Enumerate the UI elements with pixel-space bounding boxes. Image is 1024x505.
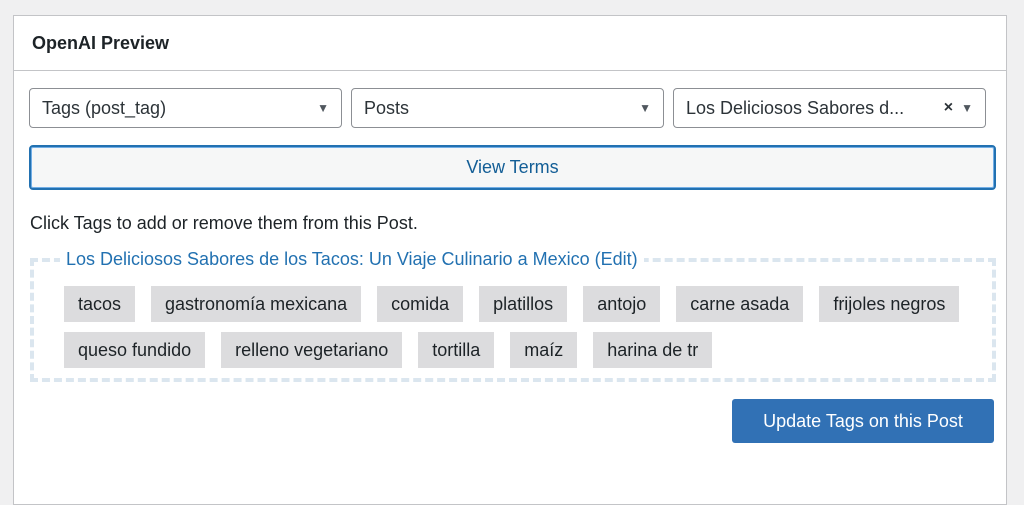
view-terms-button[interactable]: View Terms [29,145,996,190]
chevron-down-icon: ▼ [639,101,651,115]
post-select[interactable]: Los Deliciosos Sabores d... × ▼ [673,88,986,128]
tag-item[interactable]: carne asada [676,286,804,322]
tag-item[interactable]: harina de tr [593,332,713,368]
tag-item[interactable]: queso fundido [64,332,206,368]
tag-item[interactable]: antojo [583,286,661,322]
taxonomy-select[interactable]: Tags (post_tag) ▼ [29,88,342,128]
update-tags-button[interactable]: Update Tags on this Post [732,399,994,443]
tag-item[interactable]: tacos [64,286,136,322]
panel-header: OpenAI Preview [14,16,1006,71]
tag-box: Los Deliciosos Sabores de los Tacos: Un … [30,249,996,382]
help-text: Click Tags to add or remove them from th… [30,213,418,233]
chevron-down-icon: ▼ [317,101,329,115]
tag-list: tacos gastronomía mexicana comida platil… [64,286,964,368]
post-type-select-value: Posts [364,97,410,118]
post-select-value: Los Deliciosos Sabores d... [686,97,905,118]
tag-item[interactable]: comida [377,286,464,322]
post-type-select[interactable]: Posts ▼ [351,88,664,128]
tag-item[interactable]: gastronomía mexicana [151,286,362,322]
panel-title: OpenAI Preview [32,32,170,53]
chevron-down-icon: ▼ [961,101,973,115]
tag-item[interactable]: relleno vegetariano [221,332,403,368]
select-row: Tags (post_tag) ▼ Posts ▼ Los Deliciosos… [29,88,986,128]
clear-icon[interactable]: × [944,99,953,117]
openai-preview-panel: OpenAI Preview Tags (post_tag) ▼ Posts ▼… [13,15,1007,505]
tag-item[interactable]: platillos [479,286,568,322]
tag-item[interactable]: frijoles negros [819,286,960,322]
taxonomy-select-value: Tags (post_tag) [42,97,167,118]
tag-item[interactable]: maíz [510,332,578,368]
tag-item[interactable]: tortilla [418,332,495,368]
post-edit-link[interactable]: Los Deliciosos Sabores de los Tacos: Un … [60,249,644,270]
